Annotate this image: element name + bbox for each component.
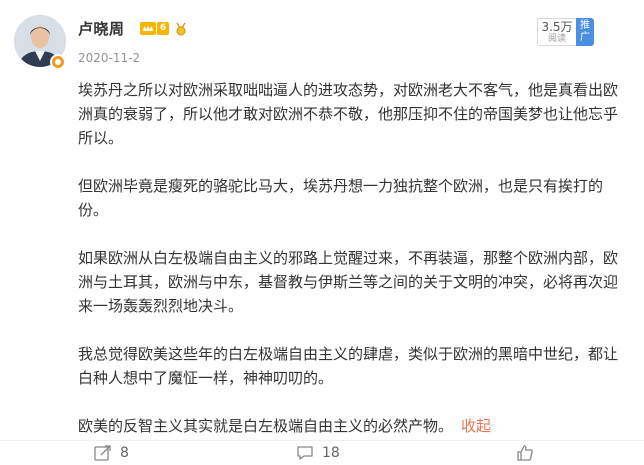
comment-icon xyxy=(297,446,313,460)
like-button[interactable] xyxy=(516,445,534,461)
promote-button[interactable]: 推广 xyxy=(576,18,594,46)
post-paragraph: 我总觉得欧美这些年的白左极端自由主义的肆虐，类似于欧洲的黑暗中世纪，都让白种人想… xyxy=(78,345,619,387)
read-label: 阅读 xyxy=(547,34,566,44)
crown-icon[interactable] xyxy=(140,22,156,35)
post-paragraph: 如果欧洲从白左极端自由主义的邪路上觉醒过来，不再装逼，那整个欧洲内部，欧洲与土耳… xyxy=(78,249,619,315)
post-content: 埃苏丹之所以对欧洲采取咄咄逼人的进攻态势，对欧洲老大不客气，他是真看出欧洲真的衰… xyxy=(78,78,630,438)
verified-badge xyxy=(50,54,66,70)
vip-level-badge: 6 xyxy=(157,22,169,35)
repost-count: 8 xyxy=(120,445,129,461)
post-paragraph-text: 欧美的反智主义其实就是白左极端自由主义的必然产物。 xyxy=(78,417,454,435)
repost-button[interactable]: 8 xyxy=(94,445,129,461)
comment-count: 18 xyxy=(322,445,340,461)
read-count: 3.5万 xyxy=(541,20,573,34)
author-name[interactable]: 卢晓周 xyxy=(78,18,125,39)
share-icon xyxy=(94,445,111,461)
post-paragraph: 但欧洲毕竟是瘦死的骆驼比马大，埃苏丹想一力独抗整个欧洲，也是只有挨打的份。 xyxy=(78,177,604,219)
post-paragraph-last: 欧美的反智主义其实就是白左极端自由主义的必然产物。 收起 xyxy=(78,414,630,438)
post-date[interactable]: 2020-11-2 xyxy=(78,51,140,65)
read-counter: 3.5万 阅读 xyxy=(537,18,577,46)
comment-button[interactable]: 18 xyxy=(296,445,340,461)
weibo-post-card: 卢晓周 6 2020-11-2 3.5万 阅读 推广 埃苏丹之所以对欧洲采取咄咄… xyxy=(0,0,644,465)
post-paragraph: 埃苏丹之所以对欧洲采取咄咄逼人的进攻态势，对欧洲老大不客气，他是真看出欧洲真的衰… xyxy=(78,81,619,147)
collapse-link[interactable]: 收起 xyxy=(461,417,491,435)
medal-icon[interactable] xyxy=(174,22,188,36)
like-icon xyxy=(517,445,533,461)
action-bar: 8 18 xyxy=(0,440,644,465)
